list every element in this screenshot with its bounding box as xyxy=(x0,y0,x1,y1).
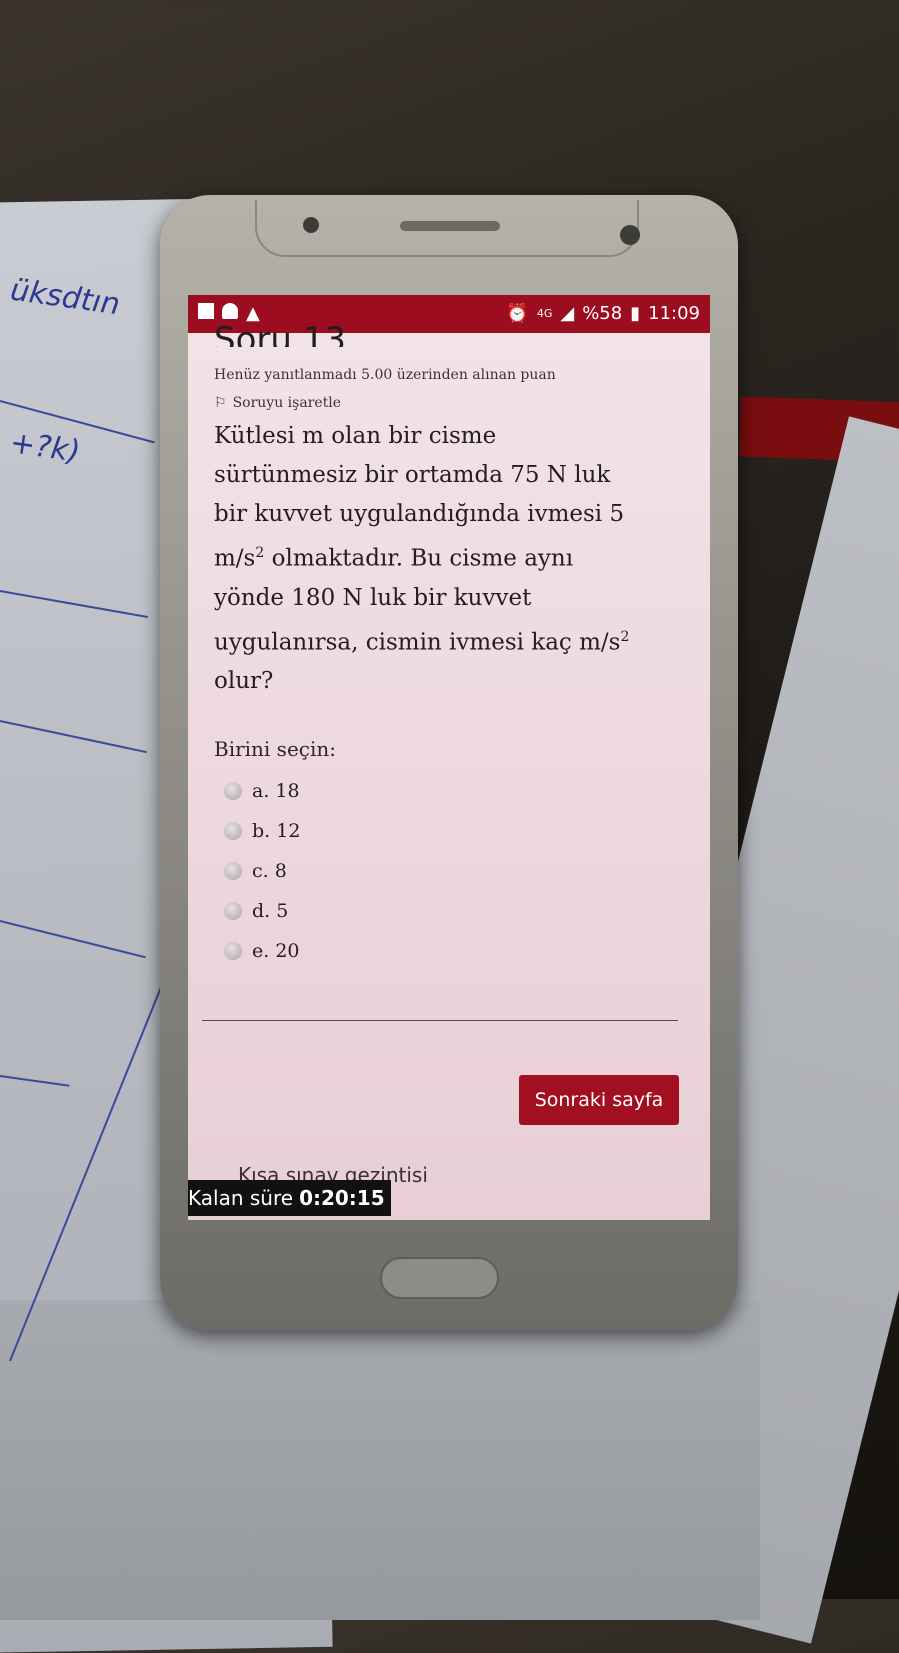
home-button[interactable] xyxy=(380,1257,499,1299)
radio-button[interactable] xyxy=(224,822,242,841)
radio-button[interactable] xyxy=(224,862,242,881)
signal-icon: ◢ xyxy=(560,303,575,324)
paper-sheet-bottom xyxy=(0,1300,760,1620)
clock: 11:09 xyxy=(648,303,700,324)
option-label: e. 20 xyxy=(252,940,300,963)
question-line: bir kuvvet uygulandığında ivmesi 5 xyxy=(214,501,625,527)
radio-button[interactable] xyxy=(224,942,242,961)
gallery-icon xyxy=(198,303,214,319)
flag-label: Soruyu işaretle xyxy=(232,395,342,411)
answer-prompt: Birini seçin: xyxy=(214,737,337,762)
radio-button[interactable] xyxy=(224,782,242,801)
question-line: yönde 180 N luk bir kuvvet xyxy=(214,584,532,611)
answer-options: a. 18 b. 12 c. 8 d. 5 e. 20 xyxy=(214,771,690,971)
alarm-icon: ⏰ xyxy=(506,303,529,324)
question-line: sürtünmesiz bir ortamda 75 N luk xyxy=(214,462,611,488)
phone: ▲ ⏰ 4G ◢ %58 ▮ 11:09 Soru 13 Henüz yanıt… xyxy=(160,195,738,1330)
question-line: olur? xyxy=(214,668,274,695)
answer-option-c[interactable]: c. 8 xyxy=(214,851,690,891)
unit: m/s xyxy=(214,545,256,572)
status-right: ⏰ 4G ◢ %58 ▮ 11:09 xyxy=(506,303,700,324)
proximity-sensor xyxy=(303,217,319,233)
question-line-text: olmaktadır. Bu cisme aynı xyxy=(271,545,574,572)
question-title: Soru 13 xyxy=(214,325,346,347)
question-line: Kütlesi m olan bir cisme xyxy=(214,423,497,449)
timer-value: 0:20:15 xyxy=(299,1186,385,1210)
flag-question-link[interactable]: ⚐ Soruyu işaretle xyxy=(214,395,690,411)
network-indicator: 4G xyxy=(536,307,553,320)
question-line-text: uygulanırsa, cismin ivmesi kaç m/s xyxy=(214,629,621,656)
front-camera xyxy=(620,225,640,245)
divider xyxy=(202,1020,678,1021)
superscript: 2 xyxy=(255,545,265,561)
timer: Kalan süre 0:20:15 xyxy=(188,1180,391,1216)
superscript: 2 xyxy=(620,628,630,645)
answer-option-d[interactable]: d. 5 xyxy=(214,891,690,931)
option-label: a. 18 xyxy=(252,780,300,803)
answer-option-a[interactable]: a. 18 xyxy=(214,771,690,811)
bag-icon xyxy=(222,303,238,319)
question-line: m/s2 olmaktadır. Bu cisme aynı xyxy=(214,534,674,579)
next-page-button[interactable]: Sonraki sayfa xyxy=(519,1075,679,1125)
timer-label: Kalan süre xyxy=(188,1186,294,1210)
question-line: uygulanırsa, cismin ivmesi kaç m/s2 xyxy=(214,618,674,663)
quiz-content: Soru 13 Henüz yanıtlanmadı 5.00 üzerinde… xyxy=(214,325,690,971)
screen: ▲ ⏰ 4G ◢ %58 ▮ 11:09 Soru 13 Henüz yanıt… xyxy=(188,295,710,1220)
radio-button[interactable] xyxy=(224,902,242,921)
battery-icon: ▮ xyxy=(630,303,641,324)
question-text: Kütlesi m olan bir cisme sürtünmesiz bir… xyxy=(214,417,674,701)
warning-icon: ▲ xyxy=(246,303,260,324)
option-label: c. 8 xyxy=(252,860,287,883)
question-state: Henüz yanıtlanmadı 5.00 üzerinden alınan… xyxy=(214,367,556,383)
notification-icons: ▲ xyxy=(198,303,260,324)
answer-option-b[interactable]: b. 12 xyxy=(214,811,690,851)
option-label: b. 12 xyxy=(252,820,301,843)
option-label: d. 5 xyxy=(252,900,289,923)
flag-icon: ⚐ xyxy=(214,395,227,411)
answer-option-e[interactable]: e. 20 xyxy=(214,931,690,971)
earpiece-speaker xyxy=(400,221,500,231)
battery-percent: %58 xyxy=(582,303,623,324)
